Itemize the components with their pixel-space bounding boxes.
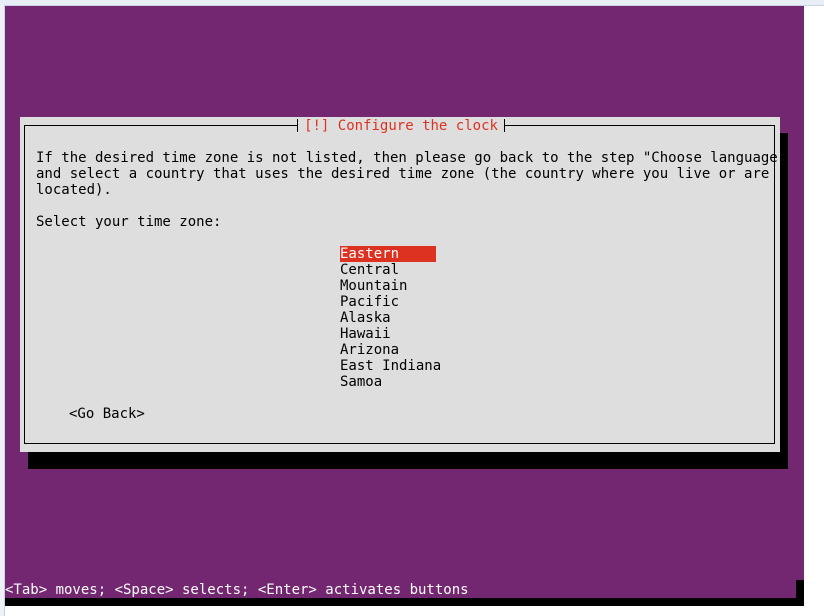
timezone-option-arizona[interactable]: Arizona [340, 342, 436, 358]
dialog-description: If the desired time zone is not listed, … [36, 150, 787, 198]
timezone-option-alaska[interactable]: Alaska [340, 310, 436, 326]
timezone-option-hawaii[interactable]: Hawaii [340, 326, 436, 342]
timezone-option-east-indiana[interactable]: East Indiana [340, 358, 441, 374]
timezone-option-samoa[interactable]: Samoa [340, 374, 436, 390]
timezone-option-pacific[interactable]: Pacific [340, 294, 436, 310]
timezone-option-eastern[interactable]: Eastern [340, 246, 436, 262]
status-bar-help-text: <Tab> moves; <Space> selects; <Enter> ac… [5, 582, 469, 598]
dialog-title: [!] Configure the clock [297, 117, 505, 135]
timezone-select-label: Select your time zone: [36, 214, 222, 230]
go-back-button[interactable]: <Go Back> [69, 406, 145, 422]
timezone-option-central[interactable]: Central [340, 262, 436, 278]
timezone-list[interactable]: Eastern Central Mountain Pacific Alaska … [340, 246, 441, 390]
screen-bottom-shadow [5, 598, 804, 606]
timezone-option-mountain[interactable]: Mountain [340, 278, 436, 294]
